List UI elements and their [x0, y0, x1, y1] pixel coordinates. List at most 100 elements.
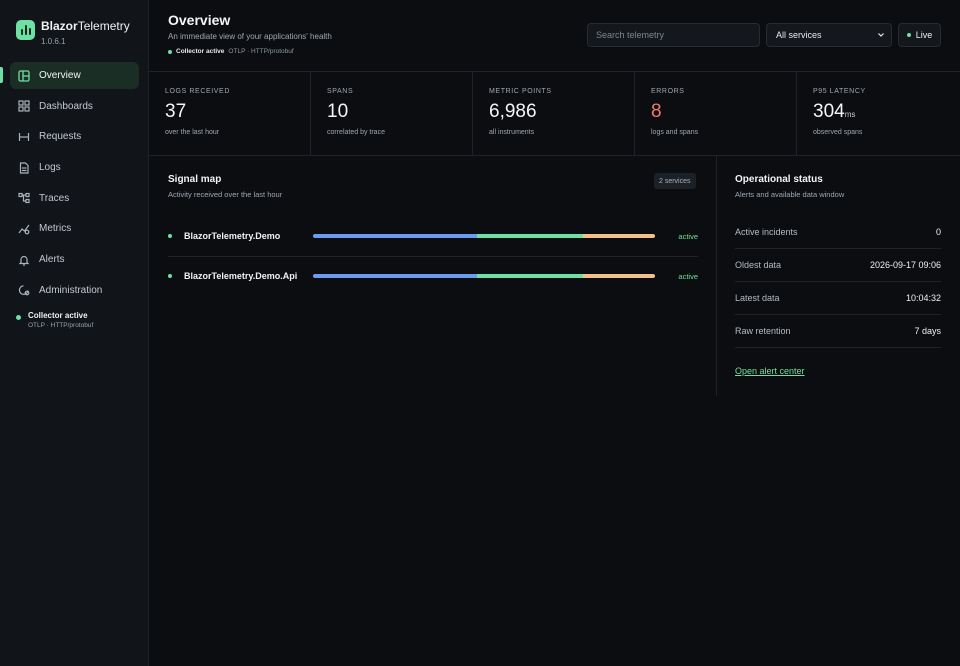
operational-title: Operational status [735, 174, 823, 185]
stat-value: 6,986 [489, 101, 537, 122]
signal-map-panel: Signal map Activity received over the la… [149, 156, 717, 396]
sidebar-item-requests[interactable]: Requests [10, 123, 139, 150]
layout-icon [18, 69, 30, 82]
service-status: active [678, 271, 698, 281]
collector-protocol: OTLP · HTTP/protobuf [28, 322, 94, 329]
brand-version: 1.0.6.1 [41, 37, 66, 46]
service-row[interactable]: BlazorTelemetry.Demo.Api active [168, 256, 698, 296]
sidebar-item-label: Traces [39, 192, 70, 204]
requests-icon [18, 131, 30, 143]
stat-label: P95 LATENCY [813, 88, 866, 95]
services-count-badge: 2 services [654, 173, 696, 189]
status-row-active-incidents: Active incidents 0 [735, 216, 941, 249]
service-select[interactable]: All services [766, 23, 892, 47]
service-name: BlazorTelemetry.Demo [184, 231, 281, 241]
stat-sub: logs and spans [651, 129, 699, 136]
sidebar-item-label: Dashboards [39, 100, 93, 112]
sidebar-item-label: Alerts [39, 254, 65, 266]
stat-value: 304ms [813, 101, 856, 122]
stat-value: 37 [165, 101, 187, 122]
status-dot-icon [16, 315, 21, 320]
search-input[interactable] [587, 23, 760, 47]
sidebar-item-administration[interactable]: Administration [10, 277, 139, 304]
grid-icon [18, 100, 30, 112]
collector-label: Collector active [176, 48, 225, 55]
sidebar-item-label: Metrics [39, 223, 72, 235]
document-icon [18, 161, 30, 174]
service-row[interactable]: BlazorTelemetry.Demo active [168, 216, 698, 256]
admin-icon [18, 284, 30, 296]
sidebar: BlazorTelemetry 1.0.6.1 Overview Dashboa… [0, 0, 149, 666]
signal-map-subtitle: Activity received over the last hour [168, 190, 283, 199]
page-header: Overview An immediate view of your appli… [149, 0, 960, 72]
sidebar-item-alerts[interactable]: Alerts [10, 246, 139, 273]
stat-spans: SPANS 10 correlated by trace [311, 72, 473, 155]
stat-sub: correlated by trace [327, 129, 385, 136]
collector-protocol: OTLP · HTTP/protobuf [228, 48, 294, 55]
stat-errors: ERRORS 8 logs and spans [635, 72, 797, 155]
traces-icon [18, 192, 30, 204]
activity-bar [313, 274, 655, 278]
service-status: active [678, 231, 698, 241]
status-row-oldest-data: Oldest data 2026-09-17 09:06 [735, 249, 941, 282]
service-select-value: All services [776, 30, 822, 40]
sidebar-item-traces[interactable]: Traces [10, 185, 139, 212]
activity-segment-spans [477, 274, 584, 278]
bell-icon [18, 254, 30, 266]
activity-segment-logs [313, 274, 478, 278]
stat-unit: ms [844, 110, 856, 119]
metrics-icon [18, 223, 30, 235]
stat-label: SPANS [327, 88, 354, 95]
stat-sub: observed spans [813, 129, 863, 136]
activity-bar [313, 234, 655, 238]
stat-sub: over the last hour [165, 129, 220, 136]
sidebar-item-label: Overview [39, 70, 81, 81]
stat-label: METRIC POINTS [489, 88, 552, 95]
collector-title: Collector active [28, 311, 88, 320]
collector-status: Collector active OTLP · HTTP/protobuf [16, 311, 93, 329]
stats-row: LOGS RECEIVED 37 over the last hour SPAN… [149, 72, 960, 156]
live-button[interactable]: Live [898, 23, 941, 47]
stat-p95-latency: P95 LATENCY 304ms observed spans [797, 72, 959, 155]
brand-name: BlazorTelemetry [41, 19, 130, 33]
status-dot-icon [168, 49, 172, 54]
open-alert-center-link[interactable]: Open alert center [735, 366, 805, 376]
stat-metric-points: METRIC POINTS 6,986 all instruments [473, 72, 635, 155]
activity-segment-metrics [583, 234, 655, 238]
status-dot-icon [168, 234, 172, 238]
brand[interactable]: BlazorTelemetry 1.0.6.1 [16, 19, 130, 46]
sidebar-item-label: Requests [39, 131, 82, 143]
sidebar-nav: Overview Dashboards Requests Logs Traces [10, 62, 139, 308]
sidebar-item-logs[interactable]: Logs [10, 154, 139, 181]
chevron-down-icon [878, 33, 884, 37]
service-name: BlazorTelemetry.Demo.Api [184, 271, 298, 281]
sidebar-item-label: Administration [39, 284, 103, 296]
bar-chart-logo-icon [16, 20, 35, 40]
activity-segment-metrics [583, 274, 655, 278]
page-subtitle: An immediate view of your applications' … [168, 32, 332, 41]
sidebar-item-overview[interactable]: Overview [10, 62, 139, 89]
stat-value: 8 [651, 101, 662, 122]
stat-sub: all instruments [489, 129, 535, 136]
live-dot-icon [906, 33, 911, 37]
active-indicator [0, 67, 3, 83]
main-content: Overview An immediate view of your appli… [149, 0, 960, 666]
header-collector-status: Collector active OTLP · HTTP/protobuf [168, 48, 294, 55]
activity-segment-spans [477, 234, 584, 238]
stat-label: LOGS RECEIVED [165, 88, 230, 95]
status-row-raw-retention: Raw retention 7 days [735, 315, 941, 348]
signal-map-title: Signal map [168, 174, 222, 185]
live-label: Live [915, 30, 933, 40]
activity-segment-logs [313, 234, 478, 238]
sidebar-item-label: Logs [39, 162, 61, 174]
sidebar-item-metrics[interactable]: Metrics [10, 215, 139, 242]
operational-subtitle: Alerts and available data window [735, 190, 845, 199]
status-dot-icon [168, 274, 172, 278]
stat-value: 10 [327, 101, 349, 122]
stat-label: ERRORS [651, 88, 685, 95]
operational-status-panel: Operational status Alerts and available … [717, 156, 960, 396]
page-title: Overview [168, 12, 231, 28]
sidebar-item-dashboards[interactable]: Dashboards [10, 93, 139, 120]
status-row-latest-data: Latest data 10:04:32 [735, 282, 941, 315]
stat-logs-received: LOGS RECEIVED 37 over the last hour [149, 72, 311, 155]
